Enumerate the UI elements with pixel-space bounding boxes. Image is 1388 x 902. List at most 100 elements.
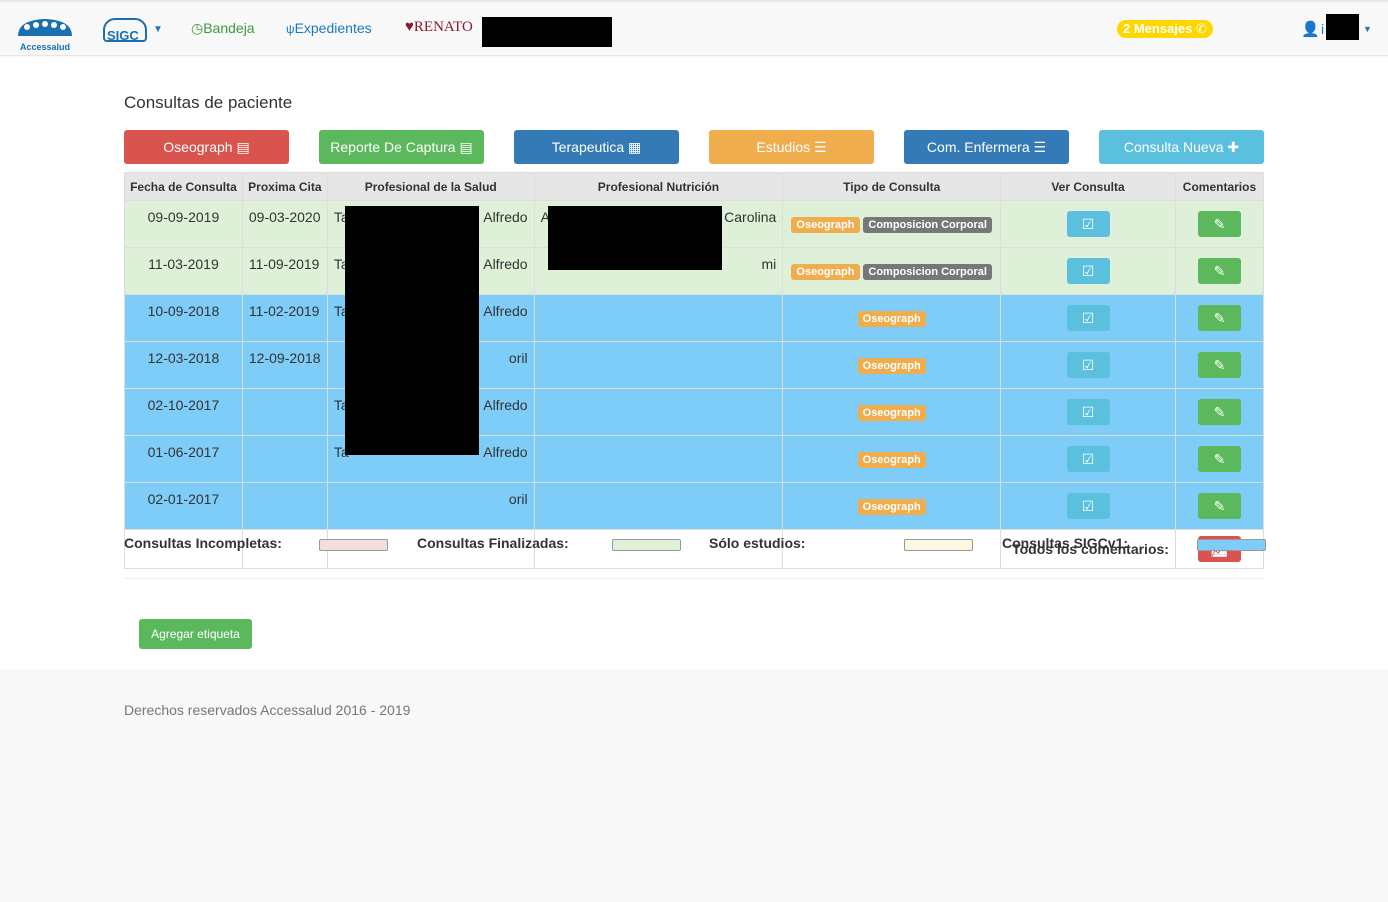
ver-consulta-button[interactable]: ☑: [1066, 211, 1110, 237]
table-cell: [533, 341, 784, 389]
header-profesional-nutricion: Profesional Nutrición: [533, 172, 784, 201]
ver-consulta-button[interactable]: ☑: [1066, 493, 1110, 519]
reporte-captura-button-label: Reporte De Captura: [330, 139, 456, 155]
table-cell: [533, 482, 784, 530]
table-cell: 09-03-2020: [241, 200, 328, 248]
accessalud-logo-text: Accessalud: [19, 42, 71, 52]
ver-consulta-button[interactable]: ☑: [1066, 446, 1110, 472]
comentarios-button[interactable]: ✎: [1197, 352, 1241, 378]
nav-bandeja[interactable]: ◷Bandeja: [191, 20, 255, 37]
list-icon: ☰: [1033, 139, 1047, 155]
edit-icon: ✎: [1213, 451, 1226, 467]
consulta-nueva-button[interactable]: Consulta Nueva ✚: [1099, 130, 1264, 164]
user-menu[interactable]: 👤 i ▼: [1301, 14, 1375, 42]
accessalud-logo[interactable]: Accessalud: [16, 16, 74, 52]
fecha-consulta: 12-03-2018: [147, 350, 220, 366]
list-alt-icon: ▦: [628, 139, 642, 155]
ver-consulta-button[interactable]: ☑: [1066, 258, 1110, 284]
table-cell: [241, 482, 328, 530]
tipo-consulta-badge: Oseograph: [791, 217, 860, 233]
fecha-consulta: 09-09-2019: [147, 209, 220, 225]
table-cell: ☑: [1000, 200, 1176, 248]
legend-sigcv1: Consultas SIGCv1:: [1002, 535, 1129, 551]
header-fecha: Fecha de Consulta: [124, 172, 243, 201]
table-cell: ☑: [1000, 341, 1176, 389]
consulta-nueva-button-label: Consulta Nueva: [1123, 139, 1224, 155]
messages-badge[interactable]: 2 Mensajes ✆: [1117, 20, 1213, 38]
oseograph-button[interactable]: Oseograph ▤: [124, 130, 289, 164]
list-icon: ☰: [814, 139, 827, 155]
terapeutica-button[interactable]: Terapeutica ▦: [514, 130, 679, 164]
table-cell: Oseograph Composicion Corporal: [782, 247, 1002, 295]
comentarios-button[interactable]: ✎: [1197, 211, 1241, 237]
com-enfermera-button[interactable]: Com. Enfermera ☰: [904, 130, 1069, 164]
edit-icon: ✎: [1213, 310, 1226, 326]
footer-copyright: Derechos reservados Accessalud 2016 - 20…: [124, 702, 411, 718]
check-square-icon: ☑: [1081, 451, 1095, 467]
sigc-label: SIGC: [107, 28, 139, 43]
tipo-consulta-badge: Composicion Corporal: [863, 264, 992, 280]
table-cell: ✎: [1174, 388, 1265, 436]
nav-bandeja-label: Bandeja: [203, 20, 255, 36]
sigc-menu[interactable]: SIGC ▼: [103, 18, 163, 44]
agregar-etiqueta-button[interactable]: Agregar etiqueta: [139, 619, 252, 649]
estudios-button[interactable]: Estudios ☰: [709, 130, 874, 164]
comentarios-button[interactable]: ✎: [1197, 493, 1241, 519]
table-cell: Oseograph: [782, 388, 1002, 436]
proxima-cita: 09-03-2020: [248, 209, 321, 225]
page-title: Consultas de paciente: [124, 93, 293, 112]
table-cell: ☑: [1000, 294, 1176, 342]
table-header-row: Fecha de Consulta Proxima Cita Profesion…: [124, 172, 1265, 201]
table-cell: 01-06-2017: [124, 435, 243, 483]
comentarios-button[interactable]: ✎: [1197, 446, 1241, 472]
comentarios-button[interactable]: ✎: [1197, 258, 1241, 284]
nav-patient[interactable]: ♥RENATO: [405, 19, 473, 36]
table-cell: 11-02-2019: [241, 294, 328, 342]
profesional-salud-last: Alfredo: [483, 303, 528, 319]
messages-label: 2 Mensajes: [1123, 21, 1193, 36]
table-cell: ✎: [1174, 200, 1265, 248]
header-ver-consulta: Ver Consulta: [1000, 172, 1176, 201]
com-enfermera-button-label: Com. Enfermera: [926, 139, 1030, 155]
clock-icon: ◷: [191, 20, 204, 36]
ver-consulta-button[interactable]: ☑: [1066, 399, 1110, 425]
ver-consulta-button[interactable]: ☑: [1066, 305, 1110, 331]
proxima-cita: 11-09-2019: [248, 256, 320, 272]
table-cell: ☑: [1000, 435, 1176, 483]
edit-icon: ✎: [1213, 357, 1226, 373]
comentarios-button[interactable]: ✎: [1197, 305, 1241, 331]
table-cell: [533, 294, 784, 342]
check-square-icon: ☑: [1081, 404, 1095, 420]
ver-consulta-button[interactable]: ☑: [1066, 352, 1110, 378]
phone-icon: ✆: [1196, 21, 1207, 36]
reporte-captura-button[interactable]: Reporte De Captura ▤: [319, 130, 484, 164]
table-cell: ☑: [1000, 482, 1176, 530]
profesional-salud-last: oril: [508, 491, 528, 507]
table-cell: ✎: [1174, 482, 1265, 530]
table-row: 10-09-2018 11-02-2019 Ta Alfredo Oseograph ☑ ✎: [124, 294, 1265, 342]
header-comentarios: Comentarios: [1174, 172, 1265, 201]
stethoscope-icon: ψ: [286, 22, 295, 36]
proxima-cita: 12-09-2018: [248, 350, 321, 366]
edit-icon: ✎: [1213, 263, 1226, 279]
table-cell: 02-10-2017: [124, 388, 243, 436]
profesional-nutricion-last: mi: [761, 256, 777, 272]
table-cell: ✎: [1174, 247, 1265, 295]
nav-expedientes[interactable]: ψExpedientes: [286, 20, 372, 36]
header-profesional-salud: Profesional de la Salud: [326, 172, 535, 201]
table-cell: [533, 435, 784, 483]
tipo-consulta-badge: Oseograph: [857, 452, 926, 468]
file-icon: ▤: [236, 139, 250, 155]
edit-icon: ✎: [1213, 216, 1226, 232]
tipo-consulta-badge: Oseograph: [857, 499, 926, 515]
check-square-icon: ☑: [1081, 216, 1095, 232]
tipo-consulta-badge: Composicion Corporal: [863, 217, 992, 233]
tipo-consulta-badge: Oseograph: [791, 264, 860, 280]
table-cell: ✎: [1174, 341, 1265, 389]
table-row: 01-06-2017 Ta Alfredo Oseograph ☑ ✎: [124, 435, 1265, 483]
profesional-salud-last: Alfredo: [483, 397, 528, 413]
chevron-down-icon: ▼: [1363, 24, 1372, 34]
table-cell: 09-09-2019: [124, 200, 243, 248]
legend-incompletas: Consultas Incompletas:: [124, 535, 282, 551]
comentarios-button[interactable]: ✎: [1197, 399, 1241, 425]
